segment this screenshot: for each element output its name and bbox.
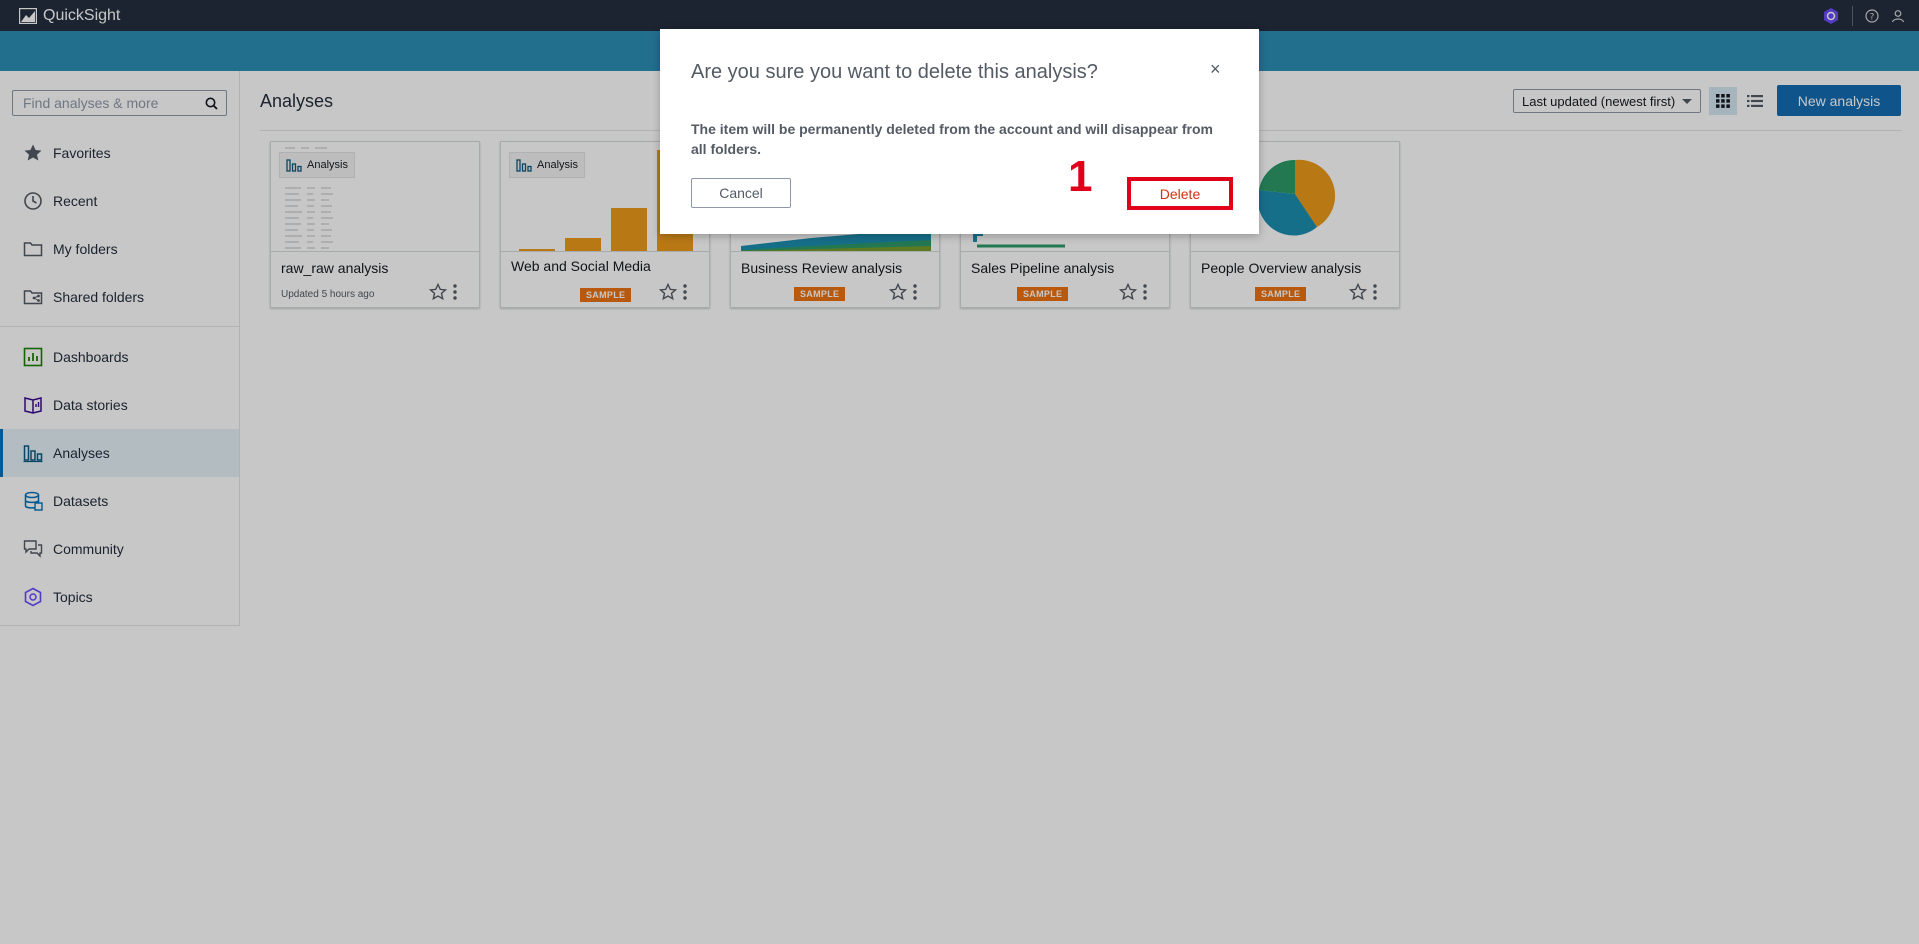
delete-confirmation-dialog: Are you sure you want to delete this ana… (660, 29, 1259, 234)
delete-button[interactable]: Delete (1127, 177, 1233, 210)
dialog-title: Are you sure you want to delete this ana… (691, 61, 1098, 83)
step-marker: 1 (1068, 152, 1093, 201)
cancel-button[interactable]: Cancel (691, 178, 791, 208)
close-icon[interactable]: × (1210, 59, 1221, 80)
dialog-message: The item will be permanently deleted fro… (691, 121, 1213, 157)
